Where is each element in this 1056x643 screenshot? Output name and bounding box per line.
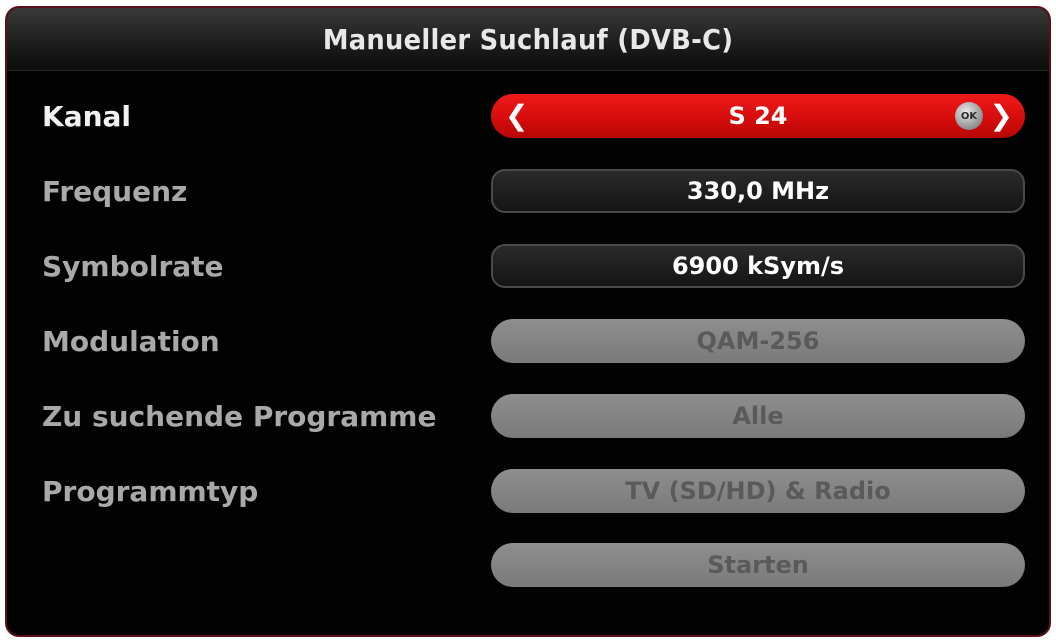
dvb-c-manual-scan-dialog: Manueller Suchlauf (DVB-C) Kanal ❮ S 24 … (5, 6, 1051, 637)
row-symbolrate: Symbolrate 6900 kSym/s (7, 244, 1049, 290)
row-zu-suchende-programme: Zu suchende Programme Alle (7, 394, 1049, 440)
programmtyp-field[interactable]: TV (SD/HD) & Radio (491, 469, 1025, 513)
label-modulation: Modulation (42, 325, 220, 358)
label-programmtyp: Programmtyp (42, 475, 259, 508)
chevron-left-icon[interactable]: ❮ (505, 94, 528, 138)
row-modulation: Modulation QAM-256 (7, 319, 1049, 365)
modulation-field[interactable]: QAM-256 (491, 319, 1025, 363)
frequenz-value: 330,0 MHz (686, 177, 830, 205)
zu-suchende-programme-field[interactable]: Alle (491, 394, 1025, 438)
label-symbolrate: Symbolrate (42, 250, 224, 283)
chevron-right-icon[interactable]: ❯ (990, 94, 1013, 138)
kanal-value: S 24 (728, 102, 788, 130)
label-zu-suchende-programme: Zu suchende Programme (42, 400, 437, 433)
title-bar: Manueller Suchlauf (DVB-C) (7, 8, 1049, 71)
programmtyp-value: TV (SD/HD) & Radio (625, 477, 891, 505)
zu-suchende-programme-value: Alle (732, 402, 784, 430)
row-starten: Starten (7, 543, 1049, 589)
modulation-value: QAM-256 (696, 327, 820, 355)
label-kanal: Kanal (42, 100, 132, 133)
symbolrate-field[interactable]: 6900 kSym/s (491, 244, 1025, 288)
starten-button[interactable]: Starten (491, 543, 1025, 587)
row-frequenz: Frequenz 330,0 MHz (7, 169, 1049, 215)
dialog-title: Manueller Suchlauf (DVB-C) (322, 22, 734, 56)
row-kanal: Kanal ❮ S 24 OK ❯ (7, 94, 1049, 140)
frequenz-field[interactable]: 330,0 MHz (491, 169, 1025, 213)
row-programmtyp: Programmtyp TV (SD/HD) & Radio (7, 469, 1049, 515)
label-frequenz: Frequenz (42, 175, 188, 208)
starten-label: Starten (707, 551, 809, 579)
kanal-selector[interactable]: ❮ S 24 OK ❯ (491, 94, 1025, 138)
ok-button-icon: OK (955, 102, 983, 130)
symbolrate-value: 6900 kSym/s (671, 252, 845, 280)
